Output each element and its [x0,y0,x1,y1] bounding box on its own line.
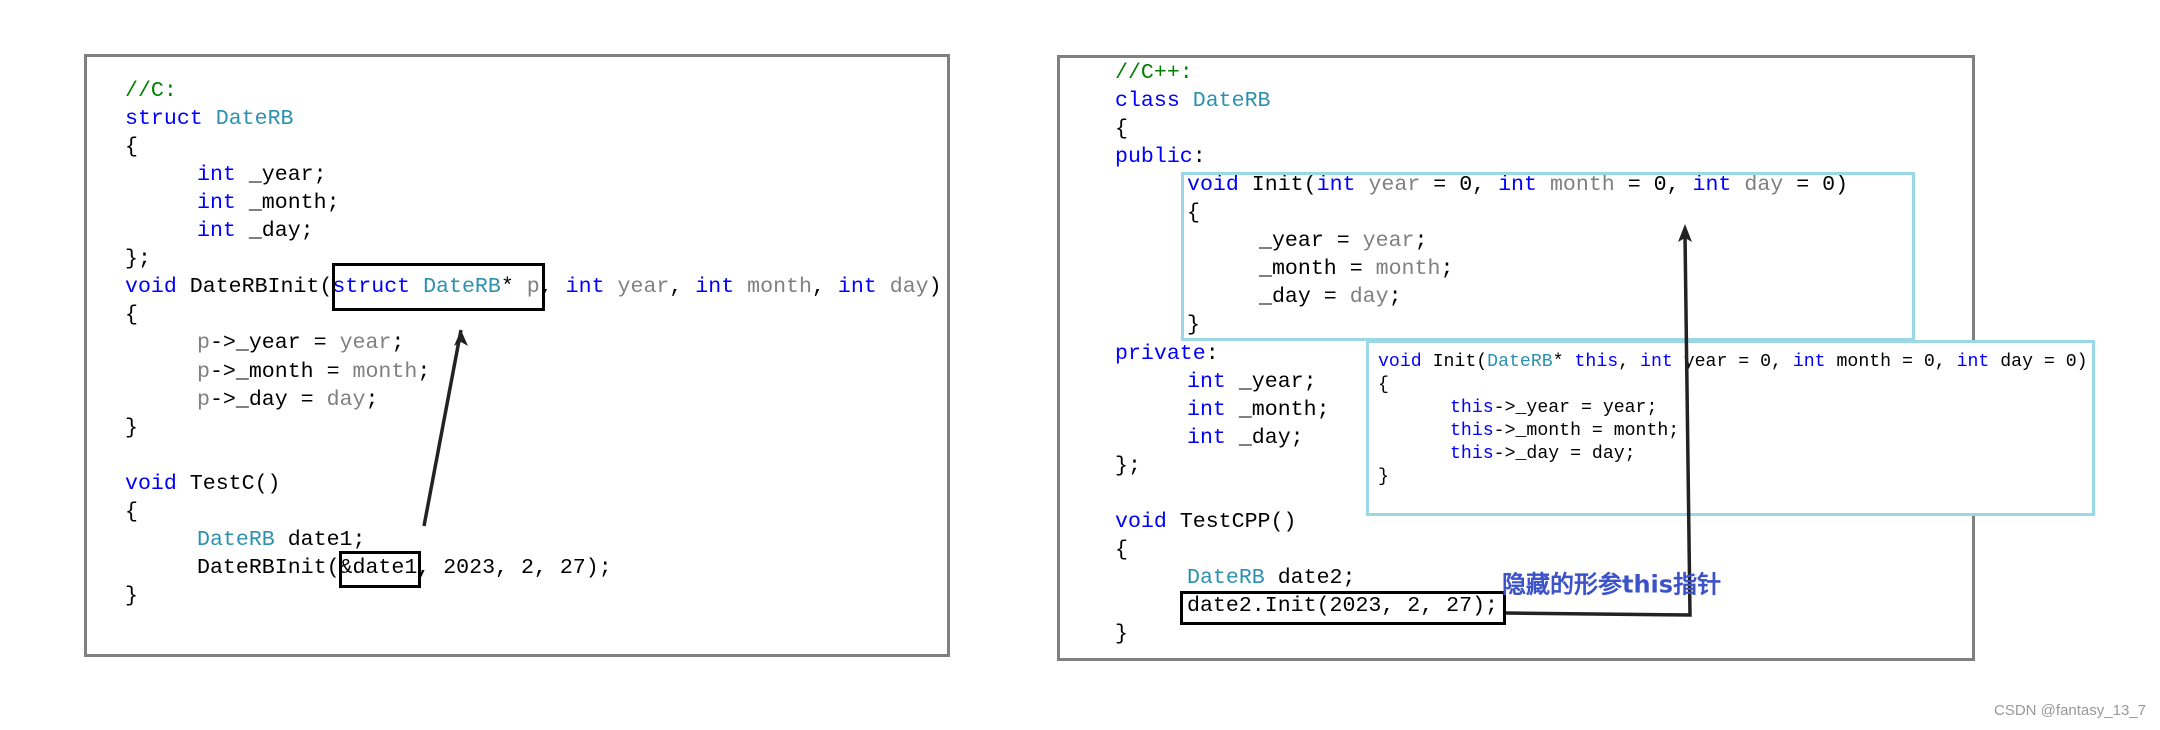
cpp-arrow [1505,234,1692,617]
c-arrow [422,329,463,527]
c-arrow-head [454,330,468,346]
hidden-this-annotation: 隐藏的形参this指针 [1502,570,1722,599]
watermark: CSDN @fantasy_13_7 [1994,702,2146,719]
arrows-layer [422,224,1692,617]
